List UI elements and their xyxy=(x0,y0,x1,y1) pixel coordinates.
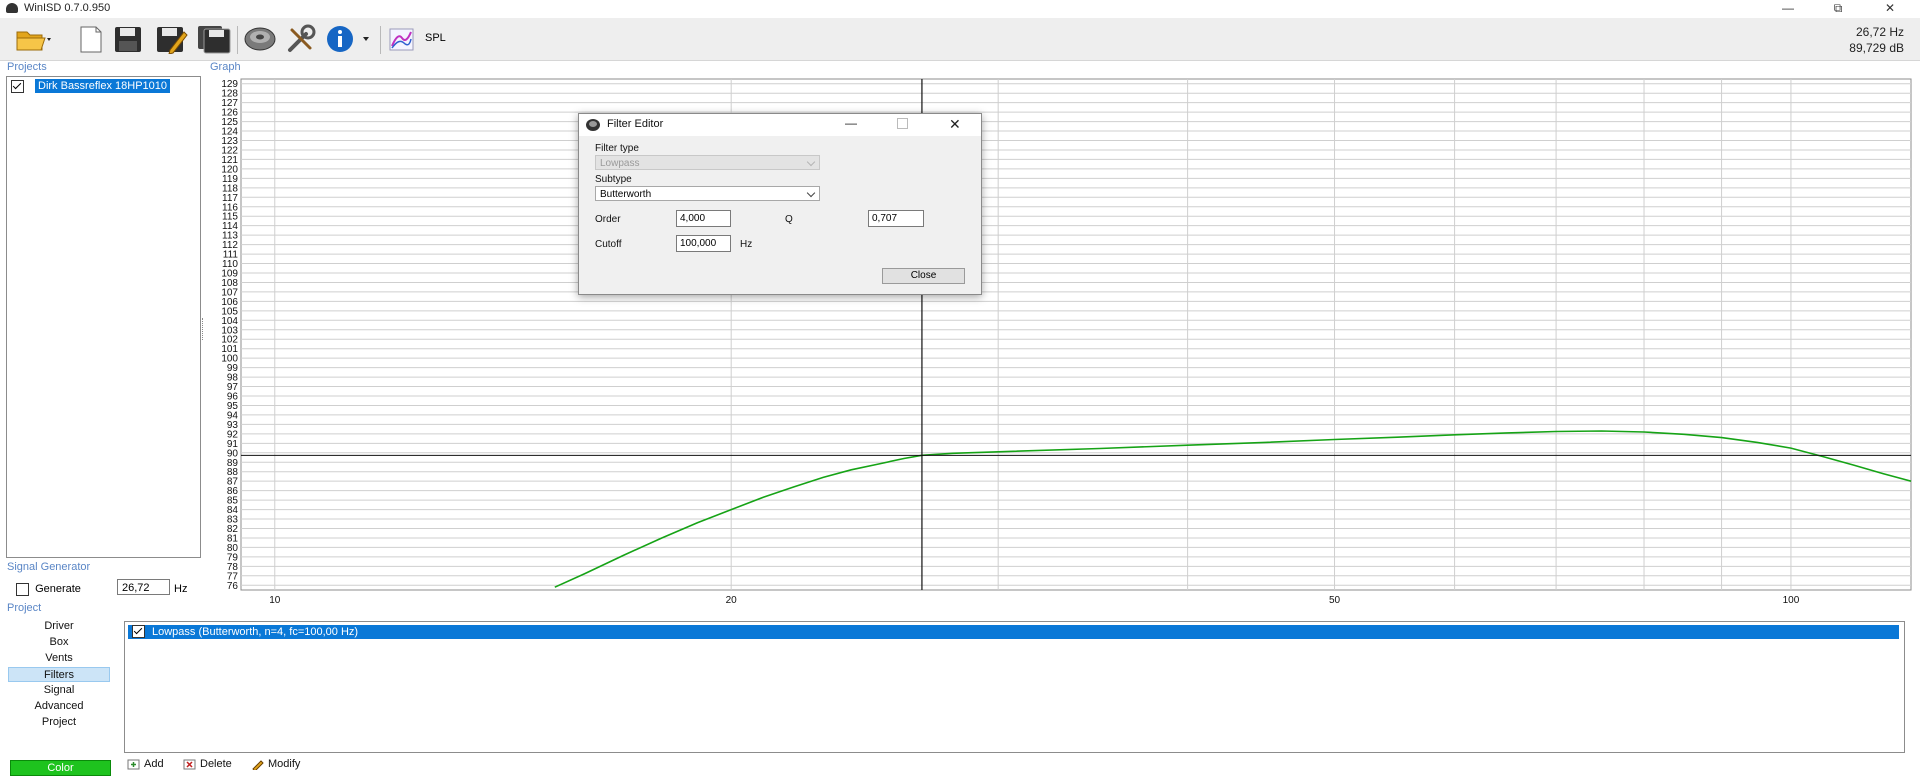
speaker-driver-icon xyxy=(244,27,276,51)
q-input[interactable]: 0,707 xyxy=(868,210,924,227)
subtype-select[interactable]: Butterworth xyxy=(595,186,820,201)
filter-editor-dialog: Filter Editor — ✕ Filter type Lowpass Su… xyxy=(578,113,982,295)
toolbar-separator xyxy=(380,26,381,54)
window-title: WinISD 0.7.0.950 xyxy=(24,2,111,14)
toolbar: SPL 26,72 Hz 89,729 dB xyxy=(0,18,1920,61)
spl-label: SPL xyxy=(425,32,446,44)
floppy-disk-icon xyxy=(115,27,141,52)
minimize-button[interactable]: — xyxy=(1768,0,1808,17)
close-window-button[interactable]: ✕ xyxy=(1870,0,1910,17)
delete-label: Delete xyxy=(200,758,232,770)
open-folder-button[interactable] xyxy=(14,24,54,54)
subtype-label: Subtype xyxy=(595,174,632,185)
filter-label: Lowpass (Butterworth, n=4, fc=100,00 Hz) xyxy=(152,626,359,638)
new-project-button[interactable] xyxy=(76,24,106,54)
x-tick-label: 10 xyxy=(269,595,281,605)
spl-graph[interactable]: 129 128 127 126 125 124 123 122 121 120 119 118 117 1… xyxy=(206,75,1914,606)
nav-filters[interactable]: Filters xyxy=(8,667,110,682)
speaker-driver-icon xyxy=(586,119,600,131)
filter-checkbox[interactable] xyxy=(132,625,145,638)
nav-project[interactable]: Project xyxy=(8,715,110,730)
projects-list[interactable]: Dirk Bassreflex 18HP1010 xyxy=(6,76,201,558)
cutoff-input[interactable]: 100,000 xyxy=(676,235,731,252)
generate-toggle[interactable]: Generate xyxy=(16,583,81,596)
filter-item[interactable]: Lowpass (Butterworth, n=4, fc=100,00 Hz) xyxy=(128,625,1899,639)
dialog-title: Filter Editor xyxy=(607,118,664,130)
generator-frequency-input[interactable]: 26,72 xyxy=(117,579,170,595)
generate-checkbox[interactable] xyxy=(16,583,29,596)
splitter-grip[interactable] xyxy=(202,318,205,340)
readout-frequency: 26,72 Hz xyxy=(1855,25,1904,39)
info-icon xyxy=(327,26,369,52)
order-label: Order xyxy=(595,214,621,225)
spl-graph-icon xyxy=(389,28,414,51)
x-tick-label: 100 xyxy=(1783,595,1800,605)
projects-title: Projects xyxy=(7,61,47,73)
nav-box[interactable]: Box xyxy=(8,635,110,650)
generate-label: Generate xyxy=(35,583,81,596)
project-item[interactable]: Dirk Bassreflex 18HP1010 xyxy=(11,79,171,93)
app-icon xyxy=(6,3,18,13)
save-all-icon xyxy=(198,26,231,54)
save-as-icon xyxy=(157,27,188,55)
filter-type-select: Lowpass xyxy=(595,155,820,170)
save-all-button[interactable] xyxy=(196,24,232,54)
add-icon xyxy=(127,759,140,770)
delete-filter-button[interactable]: Delete xyxy=(183,758,232,770)
dialog-minimize-button[interactable]: — xyxy=(845,116,857,130)
cutoff-label: Cutoff xyxy=(595,239,622,250)
folder-icon xyxy=(16,31,51,51)
generator-unit: Hz xyxy=(174,583,188,595)
filters-list[interactable]: Lowpass (Butterworth, n=4, fc=100,00 Hz) xyxy=(124,621,1905,753)
nav-signal[interactable]: Signal xyxy=(8,683,110,698)
spl-chart[interactable]: 1291281271261251241231221211201191181171… xyxy=(206,75,1914,606)
plot-frame xyxy=(240,78,1912,591)
cursor-readout: 26,72 Hz 89,729 dB xyxy=(1849,24,1904,56)
chevron-down-icon xyxy=(806,188,816,198)
wrench-screwdriver-icon xyxy=(288,24,316,52)
x-tick-label: 20 xyxy=(726,595,738,605)
modify-filter-button[interactable]: Modify xyxy=(251,758,300,770)
filter-type-label: Filter type xyxy=(595,143,639,154)
restore-button[interactable]: ⧉ xyxy=(1818,0,1858,17)
q-label: Q xyxy=(785,214,793,225)
dialog-maximize-button[interactable] xyxy=(897,118,908,129)
project-checkbox[interactable] xyxy=(11,80,24,93)
x-tick-label: 50 xyxy=(1329,595,1341,605)
readout-level: 89,729 dB xyxy=(1849,41,1904,55)
driver-editor-button[interactable] xyxy=(243,24,277,54)
dialog-close-icon[interactable]: ✕ xyxy=(949,116,961,133)
project-label: Dirk Bassreflex 18HP1010 xyxy=(35,79,171,93)
cutoff-unit: Hz xyxy=(740,239,753,250)
graph-title: Graph xyxy=(210,61,241,73)
modify-icon xyxy=(252,759,264,770)
nav-vents[interactable]: Vents xyxy=(8,651,110,666)
signal-generator-title: Signal Generator xyxy=(7,561,91,573)
save-button[interactable] xyxy=(112,24,144,54)
add-label: Add xyxy=(144,758,164,770)
modify-label: Modify xyxy=(268,758,301,770)
new-document-icon xyxy=(80,26,102,53)
order-input[interactable]: 4,000 xyxy=(676,210,731,227)
info-button[interactable] xyxy=(324,24,372,54)
subtype-value: Butterworth xyxy=(600,189,652,200)
toolbar-separator xyxy=(237,26,238,54)
dialog-title-bar: Filter Editor — ✕ xyxy=(579,114,981,136)
save-as-button[interactable] xyxy=(154,24,188,55)
nav-driver[interactable]: Driver xyxy=(8,619,110,634)
close-button[interactable]: Close xyxy=(882,268,965,284)
delete-icon xyxy=(183,759,196,770)
tools-button[interactable] xyxy=(284,24,318,54)
nav-advanced[interactable]: Advanced xyxy=(8,699,110,714)
filter-type-value: Lowpass xyxy=(600,158,640,169)
color-button[interactable]: Color xyxy=(10,760,111,776)
spl-graph-button[interactable]: SPL xyxy=(388,24,454,54)
project-nav-title: Project xyxy=(7,602,42,614)
title-bar: WinISD 0.7.0.950 — ⧉ ✕ xyxy=(0,0,1920,17)
chevron-down-icon xyxy=(806,157,816,167)
add-filter-button[interactable]: Add xyxy=(127,758,164,770)
y-tick-label: 76 xyxy=(227,581,239,592)
